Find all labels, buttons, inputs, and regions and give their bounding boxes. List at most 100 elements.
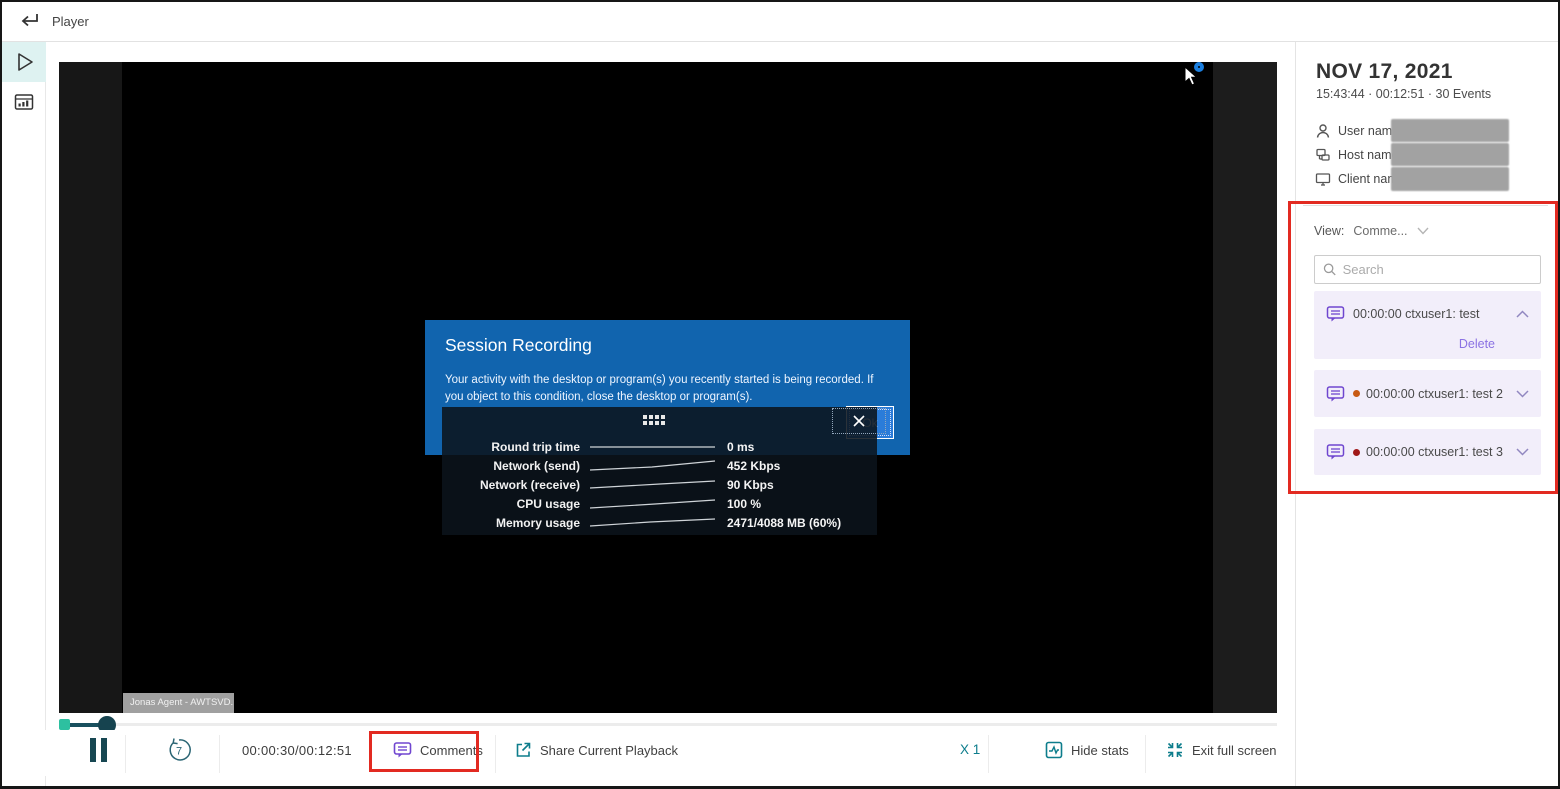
comment-item-1[interactable]: 00:00:00 ctxuser1: test Delete — [1314, 291, 1541, 359]
video-player-stage[interactable]: Jonas Agent - AWTSVD... Session Recordin… — [59, 62, 1277, 713]
mouse-cursor-icon — [1184, 66, 1199, 87]
overlay-drag-handle-icon[interactable] — [643, 415, 669, 427]
stat-value: 2471/4088 MB (60%) — [727, 516, 841, 530]
recorded-taskbar-button: Jonas Agent - AWTSVD... — [123, 693, 234, 713]
divider — [495, 735, 496, 773]
view-dropdown[interactable]: Comme... — [1353, 224, 1407, 238]
user-name-row: User name: — [1315, 121, 1403, 141]
player-window: Player Jonas Agent - AWTSVD... Session R… — [0, 0, 1560, 789]
stat-row: Network (receive) 90 Kbps — [442, 475, 877, 494]
stat-value: 100 % — [727, 497, 761, 511]
comment-icon — [1326, 443, 1345, 461]
divider — [1303, 205, 1548, 206]
comment-severity-dot — [1353, 390, 1360, 397]
playback-controls-bar: 7 00:00:30/00:12:51 Comments Share Curre… — [2, 730, 1295, 776]
chevron-down-icon[interactable] — [1516, 390, 1529, 398]
stat-label: Round trip time — [442, 440, 580, 454]
pause-icon — [90, 738, 107, 762]
stat-row: CPU usage 100 % — [442, 494, 877, 513]
video-left-strip — [59, 62, 122, 713]
recording-date: NOV 17, 2021 — [1316, 60, 1453, 84]
client-icon — [1315, 171, 1331, 187]
comment-item-3[interactable]: 00:00:00 ctxuser1: test 3 — [1314, 429, 1541, 475]
search-icon — [1323, 262, 1337, 277]
exit-fullscreen-button[interactable]: Exit full screen — [1166, 741, 1277, 759]
stat-row: Network (send) 452 Kbps — [442, 456, 877, 475]
stat-value: 90 Kbps — [727, 478, 774, 492]
divider — [1145, 735, 1146, 773]
comments-button[interactable]: Comments — [393, 741, 483, 759]
playback-time: 00:00:30/00:12:51 — [242, 743, 352, 758]
comment-item-2[interactable]: 00:00:00 ctxuser1: test 2 — [1314, 370, 1541, 417]
delete-comment-button[interactable]: Delete — [1314, 337, 1541, 363]
search-input[interactable] — [1343, 262, 1532, 277]
dialog-body-text: Your activity with the desktop or progra… — [445, 372, 895, 406]
back-arrow-icon — [18, 12, 40, 32]
sparkline-network-receive — [590, 479, 715, 491]
stat-label: CPU usage — [442, 497, 580, 511]
comment-severity-dot — [1353, 449, 1360, 456]
session-stats-overlay: Round trip time 0 ms Network (send) 452 … — [442, 407, 877, 535]
comment-icon — [1326, 385, 1345, 403]
page-title: Player — [52, 14, 89, 29]
share-playback-button[interactable]: Share Current Playback — [514, 741, 678, 759]
sidebar — [2, 42, 46, 789]
rewind-7-button[interactable]: 7 — [165, 736, 193, 764]
sidebar-item-playback[interactable] — [2, 42, 46, 82]
stat-row: Memory usage 2471/4088 MB (60%) — [442, 513, 877, 532]
play-icon — [12, 50, 36, 74]
view-label: View: — [1314, 224, 1344, 238]
seek-track[interactable] — [59, 723, 1277, 726]
chevron-down-icon[interactable] — [1516, 448, 1529, 456]
exit-fullscreen-label: Exit full screen — [1192, 743, 1277, 758]
comments-label: Comments — [420, 743, 483, 758]
sparkline-cpu — [590, 498, 715, 510]
comment-text: 00:00:00 ctxuser1: test — [1353, 307, 1508, 321]
view-selector-row: View: Comme... — [1314, 224, 1429, 238]
top-bar: Player — [2, 2, 1558, 42]
sparkline-network-send — [590, 460, 715, 472]
stat-value: 452 Kbps — [727, 459, 780, 473]
sidebar-item-stats[interactable] — [2, 82, 46, 122]
dialog-title: Session Recording — [445, 335, 592, 356]
comment-icon — [393, 741, 412, 759]
hide-stats-button[interactable]: Hide stats — [1045, 741, 1129, 759]
user-name-value-redacted — [1391, 119, 1509, 142]
share-icon — [514, 741, 532, 759]
user-icon — [1315, 123, 1331, 139]
stat-label: Memory usage — [442, 516, 580, 530]
comment-marker[interactable] — [59, 719, 70, 730]
chevron-up-icon[interactable] — [1516, 310, 1529, 318]
playback-speed[interactable]: X 1 — [960, 742, 980, 757]
hide-stats-label: Hide stats — [1071, 743, 1129, 758]
divider — [219, 735, 220, 773]
divider — [988, 735, 989, 773]
chevron-down-icon[interactable] — [1417, 227, 1429, 235]
pause-button[interactable] — [90, 738, 107, 762]
stat-row: Round trip time 0 ms — [442, 437, 877, 456]
close-icon — [852, 414, 866, 428]
stat-label: Network (receive) — [442, 478, 580, 492]
comment-text: 00:00:00 ctxuser1: test 3 — [1366, 445, 1508, 459]
comment-icon — [1326, 305, 1345, 323]
session-info-panel: NOV 17, 2021 15:43:44 · 00:12:51 · 30 Ev… — [1295, 42, 1560, 789]
stats-graph-icon — [1045, 741, 1063, 759]
bar-chart-icon — [13, 91, 35, 113]
back-button[interactable] — [16, 10, 42, 34]
comment-text: 00:00:00 ctxuser1: test 2 — [1366, 387, 1508, 401]
stat-label: Network (send) — [442, 459, 580, 473]
divider — [125, 735, 126, 773]
video-right-strip — [1213, 62, 1277, 713]
host-icon — [1315, 147, 1331, 163]
comment-search[interactable] — [1314, 255, 1541, 284]
client-name-value-redacted — [1391, 167, 1509, 191]
recording-meta: 15:43:44 · 00:12:51 · 30 Events — [1316, 87, 1491, 101]
host-name-row: Host name: — [1315, 145, 1402, 165]
overlay-close-button[interactable] — [832, 408, 886, 434]
host-name-value-redacted — [1391, 143, 1509, 166]
sparkline-roundtrip — [590, 441, 715, 453]
svg-text:7: 7 — [176, 746, 182, 758]
sparkline-memory — [590, 517, 715, 529]
exit-fullscreen-icon — [1166, 741, 1184, 759]
rewind-7-icon: 7 — [165, 736, 193, 764]
